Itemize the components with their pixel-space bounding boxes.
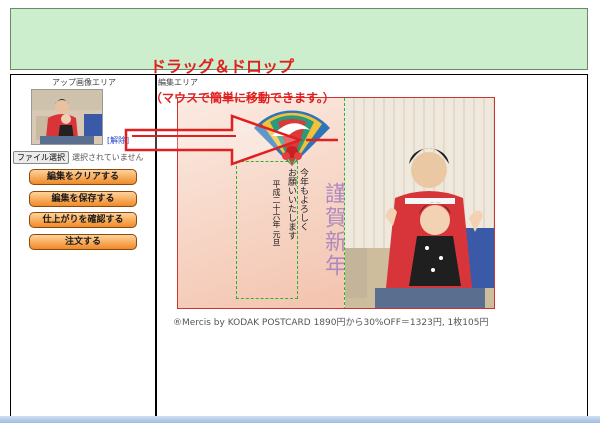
drag-drop-subtitle: （マウスで簡単に移動できます。） — [150, 91, 335, 105]
drag-arrow-icon — [124, 114, 338, 166]
drag-drop-title: ドラッグ＆ドロップ — [150, 57, 295, 76]
os-taskbar-strip — [0, 416, 600, 423]
